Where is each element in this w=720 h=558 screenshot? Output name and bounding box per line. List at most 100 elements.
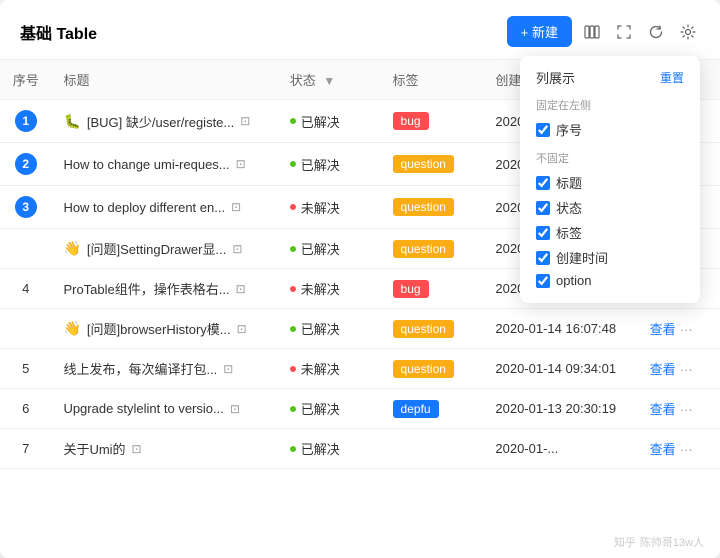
columns-icon bbox=[584, 24, 600, 40]
columns-icon-button[interactable] bbox=[580, 20, 604, 44]
status-cell: 未解决 bbox=[290, 198, 369, 217]
copy-icon[interactable]: ⊡ bbox=[231, 200, 241, 214]
status-label: 已解决 bbox=[301, 399, 340, 418]
title-text: 关于Umi的 bbox=[63, 439, 125, 458]
checkbox-item-created[interactable]: 创建时间 bbox=[536, 245, 684, 270]
status-cell-td: 已解决 bbox=[278, 143, 381, 186]
created-cell: 2020-01-... bbox=[483, 429, 637, 469]
status-cell: 未解决 bbox=[290, 359, 369, 378]
dropdown-reset-button[interactable]: 重置 bbox=[660, 69, 684, 86]
gear-icon bbox=[680, 24, 696, 40]
seq-text: 5 bbox=[22, 361, 29, 376]
tag-badge: bug bbox=[393, 112, 429, 130]
header-actions: + 新建 bbox=[507, 16, 700, 47]
title-cell-td: Upgrade stylelint to versio... ⊡ bbox=[51, 389, 277, 429]
status-dot bbox=[290, 161, 296, 167]
refresh-icon-button[interactable] bbox=[644, 20, 668, 44]
seq-badge: 3 bbox=[15, 196, 37, 218]
checkbox-status[interactable] bbox=[536, 201, 550, 215]
status-label: 已解决 bbox=[301, 439, 340, 458]
title-text: How to deploy different en... bbox=[63, 200, 225, 215]
refresh-icon bbox=[648, 24, 664, 40]
checkbox-tag-label: 标签 bbox=[556, 223, 582, 242]
title-text: 线上发布，每次编译打包... bbox=[63, 359, 217, 378]
created-cell: 2020-01-14 09:34:01 bbox=[483, 349, 637, 389]
copy-icon[interactable]: ⊡ bbox=[232, 242, 242, 256]
title-cell-td: 关于Umi的 ⊡ bbox=[51, 429, 277, 469]
title-cell-td: 👋 [问题]SettingDrawer显... ⊡ bbox=[51, 229, 277, 269]
status-filter-icon: ▼ bbox=[323, 74, 335, 88]
action-cell: 查看 ··· bbox=[638, 389, 720, 429]
seq-cell: 6 bbox=[0, 389, 51, 429]
seq-text: 4 bbox=[22, 281, 29, 296]
checkbox-tag[interactable] bbox=[536, 226, 550, 240]
checkbox-title[interactable] bbox=[536, 176, 550, 190]
checkbox-item-title[interactable]: 标题 bbox=[536, 170, 684, 195]
col-header-status[interactable]: 状态 ▼ bbox=[278, 60, 381, 100]
action-view-link[interactable]: 查看 bbox=[650, 362, 676, 377]
seq-text: 6 bbox=[22, 401, 29, 416]
copy-icon[interactable]: ⊡ bbox=[236, 282, 246, 296]
action-more[interactable]: ··· bbox=[680, 322, 693, 337]
checkbox-created[interactable] bbox=[536, 251, 550, 265]
title-cell-td: 👋 [问题]browserHistory模... ⊡ bbox=[51, 309, 277, 349]
status-label: 已解决 bbox=[301, 239, 340, 258]
watermark: 知乎 陈帅哥13w人 bbox=[614, 534, 704, 550]
copy-icon[interactable]: ⊡ bbox=[223, 362, 233, 376]
fullscreen-icon-button[interactable] bbox=[612, 20, 636, 44]
checkbox-item-option[interactable]: option bbox=[536, 270, 684, 291]
status-cell-td: 未解决 bbox=[278, 269, 381, 309]
title-text: ProTable组件，操作表格右... bbox=[63, 279, 229, 298]
table-row: 7 关于Umi的 ⊡ 已解决 2020-01-... 查看··· bbox=[0, 429, 720, 469]
seq-cell bbox=[0, 229, 51, 269]
status-cell-td: 已解决 bbox=[278, 229, 381, 269]
title-cell-td: How to change umi-reques... ⊡ bbox=[51, 143, 277, 186]
copy-icon[interactable]: ⊡ bbox=[230, 402, 240, 416]
copy-icon[interactable]: ⊡ bbox=[237, 322, 247, 336]
action-cell: 查看 ··· bbox=[638, 349, 720, 389]
action-view-link[interactable]: 查看 bbox=[650, 402, 676, 417]
status-dot bbox=[290, 326, 296, 332]
tag-cell: depfu bbox=[381, 389, 484, 429]
action-more[interactable]: ··· bbox=[680, 442, 693, 457]
status-dot bbox=[290, 406, 296, 412]
checkbox-item-status[interactable]: 状态 bbox=[536, 195, 684, 220]
checkbox-created-label: 创建时间 bbox=[556, 248, 608, 267]
checkbox-item-seq[interactable]: 序号 bbox=[536, 117, 684, 142]
checkbox-title-label: 标题 bbox=[556, 173, 582, 192]
seq-cell: 1 bbox=[0, 100, 51, 143]
table-row: 👋 [问题]browserHistory模... ⊡ 已解决 question … bbox=[0, 309, 720, 349]
table-row: 6 Upgrade stylelint to versio... ⊡ 已解决 d… bbox=[0, 389, 720, 429]
platform-label: 知乎 bbox=[614, 534, 636, 550]
copy-icon[interactable]: ⊡ bbox=[240, 114, 250, 128]
pinned-section-label: 固定在左侧 bbox=[536, 97, 684, 113]
seq-cell bbox=[0, 309, 51, 349]
created-cell: 2020-01-13 20:30:19 bbox=[483, 389, 637, 429]
tag-cell: bug bbox=[381, 269, 484, 309]
title-cell: 👋 [问题]browserHistory模... ⊡ bbox=[63, 319, 265, 338]
status-cell-td: 未解决 bbox=[278, 349, 381, 389]
copy-icon[interactable]: ⊡ bbox=[236, 157, 246, 171]
title-cell: Upgrade stylelint to versio... ⊡ bbox=[63, 401, 265, 416]
tag-cell bbox=[381, 429, 484, 469]
title-cell: How to change umi-reques... ⊡ bbox=[63, 157, 265, 172]
title-cell: 🐛 [BUG] 缺少/user/registe... ⊡ bbox=[63, 112, 265, 131]
checkbox-seq[interactable] bbox=[536, 123, 550, 137]
seq-cell: 3 bbox=[0, 186, 51, 229]
title-cell-td: How to deploy different en... ⊡ bbox=[51, 186, 277, 229]
action-cell: 查看 ··· bbox=[638, 429, 720, 469]
settings-icon-button[interactable] bbox=[676, 20, 700, 44]
action-view-link[interactable]: 查看 bbox=[650, 322, 676, 337]
action-view-link[interactable]: 查看 bbox=[650, 442, 676, 457]
action-more[interactable]: ··· bbox=[680, 402, 693, 417]
created-cell: 2020-01-14 16:07:48 bbox=[483, 309, 637, 349]
tag-badge: question bbox=[393, 198, 454, 216]
seq-cell: 5 bbox=[0, 349, 51, 389]
seq-cell: 2 bbox=[0, 143, 51, 186]
status-dot bbox=[290, 204, 296, 210]
checkbox-option[interactable] bbox=[536, 274, 550, 288]
new-button[interactable]: + 新建 bbox=[507, 16, 572, 47]
action-more[interactable]: ··· bbox=[680, 362, 693, 377]
copy-icon[interactable]: ⊡ bbox=[132, 442, 142, 456]
checkbox-item-tag[interactable]: 标签 bbox=[536, 220, 684, 245]
